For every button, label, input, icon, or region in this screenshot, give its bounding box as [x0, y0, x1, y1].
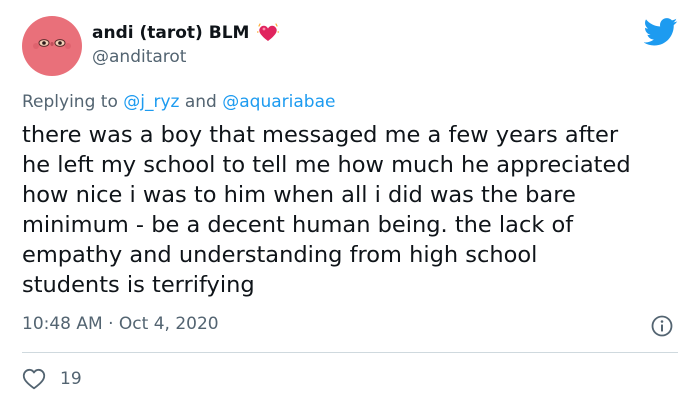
heart-outline-icon: [22, 368, 46, 390]
avatar[interactable]: [22, 16, 82, 76]
like-count: 19: [60, 369, 82, 389]
tweet-text-line: he left my school to tell me how much he…: [22, 152, 631, 178]
like-button[interactable]: 19: [22, 368, 82, 390]
tweet-text: there was a boy that messaged me a few y…: [22, 120, 682, 300]
reply-conjunction: and: [184, 92, 217, 112]
author-info: andi (tarot) BLM @anditarot: [92, 21, 281, 67]
divider: [22, 352, 678, 353]
mention-link-2[interactable]: @aquariabae: [222, 92, 335, 112]
timestamp-separator: ·: [108, 314, 114, 334]
handle[interactable]: @anditarot: [92, 47, 279, 67]
tweet-date: Oct 4, 2020: [118, 314, 219, 334]
tweet-time: 10:48 AM: [22, 314, 103, 334]
twitter-bird-icon[interactable]: [643, 18, 678, 46]
tweet-text-line: empathy and understanding from high scho…: [22, 242, 538, 268]
tweet-text-line: there was a boy that messaged me a few y…: [22, 122, 619, 148]
mention-link-1[interactable]: @j_ryz: [123, 92, 179, 112]
display-name[interactable]: andi (tarot) BLM: [92, 23, 249, 43]
info-icon[interactable]: [650, 314, 674, 338]
display-name-row: andi (tarot) BLM: [92, 21, 281, 45]
tweet-text-line: students is terrifying: [22, 272, 255, 298]
tweet-text-line: minimum - be a decent human being. the l…: [22, 212, 574, 238]
sparkling-heart-icon: [256, 23, 281, 43]
tweet-card: andi (tarot) BLM @anditarot Replying to …: [0, 0, 700, 406]
tweet-text-line: how nice i was to him when all i did was…: [22, 182, 576, 208]
tweet-timestamp[interactable]: 10:48 AM · Oct 4, 2020: [22, 314, 219, 334]
reply-prefix: Replying to: [22, 92, 118, 112]
reply-context: Replying to @j_ryz and @aquariabae: [22, 92, 335, 112]
